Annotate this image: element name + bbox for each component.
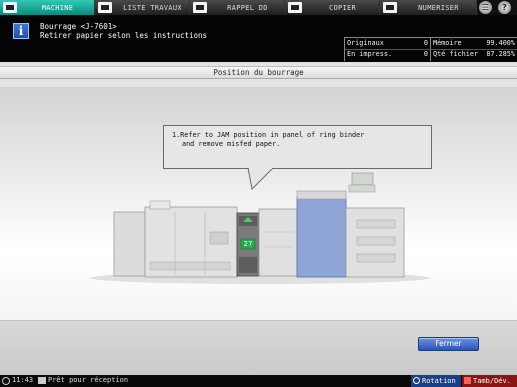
printer-icon <box>38 377 46 384</box>
in-print-value: 0 <box>423 50 428 58</box>
in-print-label: En impress. <box>347 50 393 58</box>
tab-machine[interactable]: MACHINE <box>0 0 95 15</box>
memory-label: Mémoire <box>433 39 462 47</box>
clock-icon <box>2 377 10 385</box>
tab-job-list[interactable]: LISTE TRAVAUX <box>95 0 190 15</box>
jam-code-message: Bourrage <J-7601> <box>40 22 117 31</box>
drum-developer-icon <box>464 377 471 384</box>
scan-icon <box>383 2 397 13</box>
tab-copy-label: COPIER <box>328 3 357 12</box>
clock-time: 11:43 <box>12 376 34 384</box>
hdd-recall-icon <box>193 2 207 13</box>
machine-illustration <box>90 172 430 284</box>
tab-copy[interactable]: COPIER <box>285 0 380 15</box>
jam-position-marker: 27 <box>243 240 253 248</box>
rotation-icon <box>413 377 420 384</box>
tab-job-list-label: LISTE TRAVAUX <box>123 3 182 12</box>
info-icon: i <box>13 23 29 39</box>
help-icon[interactable]: ? <box>498 1 511 14</box>
panel-title: Position du bourrage <box>0 66 517 79</box>
status-bar: 11:43 Prêt pour réception Rotation Tamb/… <box>0 375 517 387</box>
jam-illustration-area: 27 1.Refer to JAM position in panel of r… <box>0 87 517 320</box>
tab-scan[interactable]: NUMERISER <box>380 0 477 15</box>
top-tab-bar: MACHINE LISTE TRAVAUX RAPPEL DD COPIER N… <box>0 0 517 15</box>
machine-icon <box>3 2 17 13</box>
job-list-icon <box>98 2 112 13</box>
main-panel: Position du bourrage 27 1.Refer to JAM p… <box>0 62 517 375</box>
instruction-line-2: and remove misfed paper. <box>182 139 281 148</box>
bubble-tail <box>247 168 274 190</box>
jam-instruction-message: Retirer papier selon les instructions <box>40 31 208 40</box>
copy-icon <box>288 2 302 13</box>
memory-value: 99.400% <box>486 39 515 47</box>
status-message: Prêt pour réception <box>48 376 129 384</box>
counter-panel: Originaux 0 Mémoire 99.400% En impress. … <box>344 37 517 61</box>
tab-scan-label: NUMERISER <box>418 3 459 12</box>
instruction-line-1: 1.Refer to JAM position in panel of ring… <box>172 131 365 139</box>
tab-machine-label: MACHINE <box>41 3 74 12</box>
originals-label: Originaux <box>347 39 384 47</box>
file-qty-label: Qté fichier <box>433 50 479 58</box>
utility-menu-icon[interactable]: ☰ <box>479 1 492 14</box>
close-button[interactable]: Fermer <box>418 337 479 351</box>
instruction-bubble: 1.Refer to JAM position in panel of ring… <box>163 125 432 169</box>
file-qty-value: 87.285% <box>486 50 515 58</box>
tab-hdd-recall-label: RAPPEL DD <box>227 3 268 12</box>
originals-value: 0 <box>423 39 428 47</box>
tab-hdd-recall[interactable]: RAPPEL DD <box>190 0 285 15</box>
